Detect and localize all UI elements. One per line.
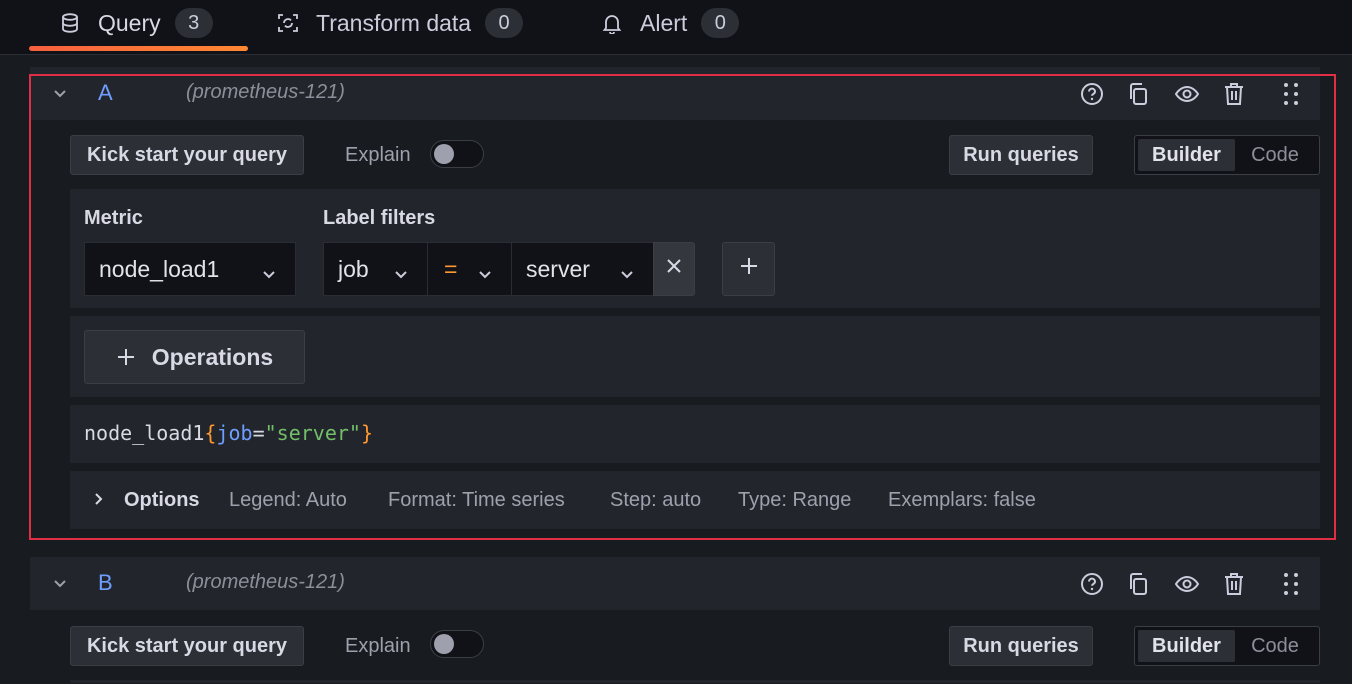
metric-select[interactable]: node_load1 [84, 242, 296, 296]
metric-value: node_load1 [99, 256, 219, 283]
tab-transform-label: Transform data [316, 10, 471, 37]
plus-icon [739, 256, 759, 282]
metric-label: Metric [84, 207, 143, 230]
tab-alert-label: Alert [640, 10, 687, 37]
options-type: Type: Range [738, 489, 851, 512]
plus-icon [116, 347, 136, 367]
code-mode-option[interactable]: Code [1235, 630, 1315, 662]
code-mode-option[interactable]: Code [1235, 139, 1315, 171]
trash-icon[interactable] [1221, 81, 1247, 107]
filter-label-select[interactable]: job [323, 242, 428, 296]
preview-key: job [216, 421, 252, 445]
explain-label: Explain [345, 635, 411, 658]
filter-value-select[interactable]: server [511, 242, 654, 296]
add-operations-button[interactable]: Operations [84, 330, 305, 384]
transform-icon [276, 11, 300, 35]
add-filter-button[interactable] [722, 242, 775, 296]
trash-icon[interactable] [1221, 571, 1247, 597]
query-row-header-a: A (prometheus-121) [30, 67, 1320, 120]
label-filters-label: Label filters [323, 207, 435, 230]
help-icon[interactable] [1079, 81, 1105, 107]
explain-toggle[interactable] [430, 140, 484, 168]
preview-value: "server" [265, 421, 361, 445]
chevron-down-icon [477, 261, 493, 277]
query-letter[interactable]: B [98, 570, 113, 596]
drag-handle-icon[interactable] [1278, 571, 1304, 597]
preview-equals: = [253, 421, 265, 445]
filter-value: server [526, 256, 590, 283]
query-datasource: (prometheus-121) [186, 81, 345, 104]
kick-start-button[interactable]: Kick start your query [70, 626, 304, 666]
remove-filter-button[interactable] [653, 242, 695, 296]
drag-handle-icon[interactable] [1278, 81, 1304, 107]
preview-brace-open: { [204, 421, 216, 445]
tab-transform-data[interactable]: Transform data 0 [276, 0, 523, 46]
bell-icon [600, 11, 624, 35]
editor-mode-switch: Builder Code [1134, 135, 1320, 175]
help-icon[interactable] [1079, 571, 1105, 597]
options-legend: Legend: Auto [229, 489, 347, 512]
builder-mode-option[interactable]: Builder [1138, 630, 1235, 662]
filter-operator-select[interactable]: = [427, 242, 512, 296]
chevron-right-icon [90, 491, 106, 512]
chevron-down-icon[interactable] [48, 571, 72, 595]
tab-alert-count: 0 [701, 8, 739, 38]
explain-toggle[interactable] [430, 630, 484, 658]
duplicate-icon[interactable] [1126, 571, 1152, 597]
options-step: Step: auto [610, 489, 701, 512]
eye-icon[interactable] [1174, 571, 1200, 597]
duplicate-icon[interactable] [1126, 81, 1152, 107]
run-queries-button[interactable]: Run queries [949, 135, 1093, 175]
explain-label: Explain [345, 144, 411, 167]
database-icon [58, 11, 82, 35]
operations-label: Operations [152, 344, 273, 371]
query-letter[interactable]: A [98, 80, 113, 106]
close-icon [665, 257, 683, 281]
active-tab-indicator [29, 46, 248, 51]
tab-query-count: 3 [175, 8, 213, 38]
filter-operator-value: = [444, 256, 457, 283]
toggle-knob [434, 144, 454, 164]
chevron-down-icon [619, 261, 635, 277]
query-row-header-b: B (prometheus-121) [30, 557, 1320, 610]
chevron-down-icon [261, 261, 277, 277]
chevron-down-icon [393, 261, 409, 277]
options-format: Format: Time series [388, 489, 565, 512]
options-row[interactable]: Options Legend: Auto Format: Time series… [70, 471, 1320, 529]
run-queries-button[interactable]: Run queries [949, 626, 1093, 666]
options-title[interactable]: Options [124, 489, 200, 512]
query-datasource: (prometheus-121) [186, 571, 345, 594]
builder-mode-option[interactable]: Builder [1138, 139, 1235, 171]
tab-query-label: Query [98, 10, 161, 37]
chevron-down-icon[interactable] [48, 81, 72, 105]
tab-alert[interactable]: Alert 0 [600, 0, 739, 46]
query-preview: node_load1{job="server"} [84, 421, 373, 445]
toggle-knob [434, 634, 454, 654]
editor-mode-switch: Builder Code [1134, 626, 1320, 666]
query-tabs: Query 3 Transform data 0 Alert 0 [0, 0, 1352, 54]
eye-icon[interactable] [1174, 81, 1200, 107]
tab-query[interactable]: Query 3 [58, 0, 213, 46]
kick-start-button[interactable]: Kick start your query [70, 135, 304, 175]
preview-metric: node_load1 [84, 421, 204, 445]
options-exemplars: Exemplars: false [888, 489, 1036, 512]
tab-transform-count: 0 [485, 8, 523, 38]
preview-brace-close: } [361, 421, 373, 445]
filter-label-value: job [338, 256, 369, 283]
